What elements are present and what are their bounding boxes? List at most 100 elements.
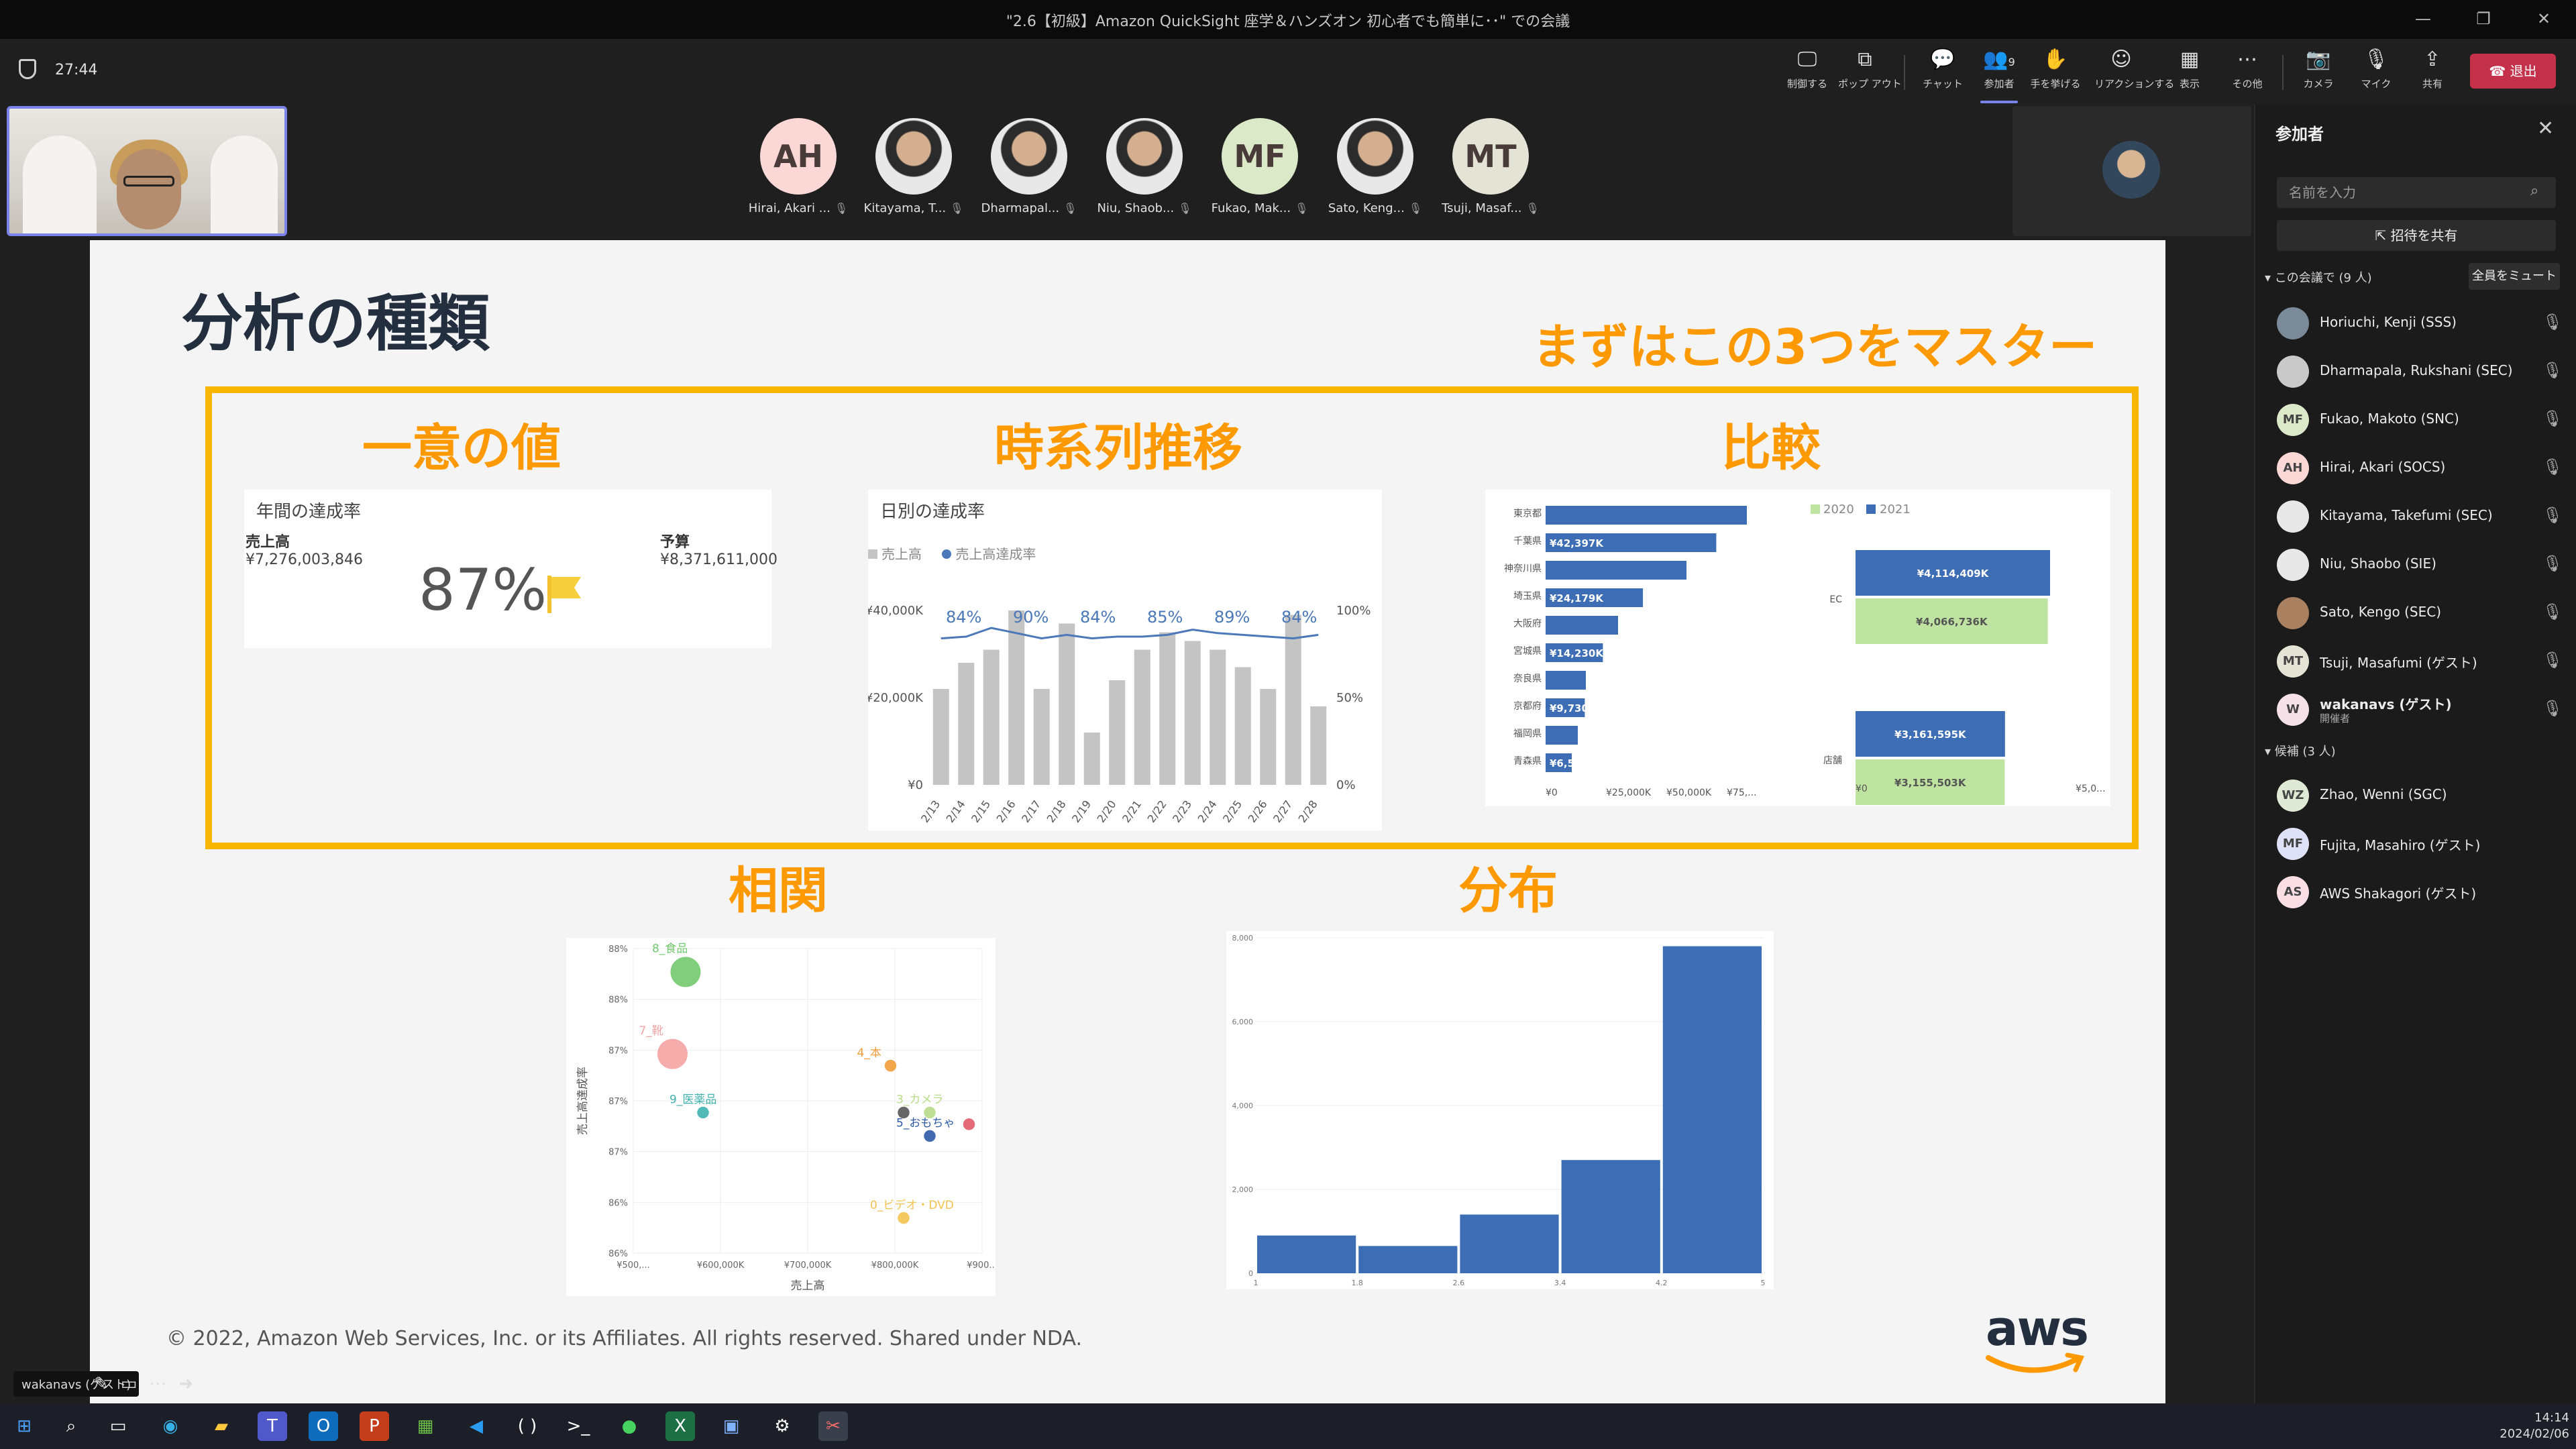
edge-icon[interactable]: ◉ — [156, 1411, 185, 1441]
stage-participant[interactable]: MF Fukao, Mak... 🎙 — [1206, 118, 1313, 215]
y-tick-label: ¥0 — [908, 778, 923, 792]
close-icon[interactable]: ✕ — [2537, 117, 2554, 140]
scatter-point — [898, 1212, 910, 1224]
terminal-icon[interactable]: >_ — [564, 1411, 593, 1441]
stage-participant[interactable]: Dharmapal... 🎙 — [975, 118, 1083, 215]
raise-hand-button[interactable]: ✋ 手を挙げる — [2029, 47, 2082, 98]
category-label: 埼玉県 — [1513, 591, 1542, 602]
participant-row[interactable]: AS AWS Shakagori (ゲスト) — [2277, 872, 2559, 911]
annotation-tools[interactable]: ✎▭⋯➜ — [94, 1374, 205, 1394]
participant-row[interactable]: Sato, Kengo (SEC) 🎙 — [2277, 593, 2563, 632]
restore-button[interactable]: ❐ — [2463, 5, 2504, 32]
control-button[interactable]: 🖵 制御する — [1780, 47, 1834, 98]
meeting-timer: 27:44 — [55, 62, 98, 78]
participant-search-input[interactable] — [2277, 177, 2556, 208]
search-icon: ⌕ — [2530, 182, 2539, 199]
participant-row[interactable]: MF Fujita, Masahiro (ゲスト) — [2277, 824, 2559, 863]
mic-off-icon[interactable]: 🎙 — [2542, 313, 2563, 331]
participant-row[interactable]: WZ Zhao, Wenni (SGC) — [2277, 775, 2559, 814]
participant-row[interactable]: Wwakanavs (ゲスト) 開催者 🎙 — [2277, 690, 2563, 729]
category-label: 大阪府 — [1513, 619, 1542, 629]
search-icon[interactable]: ⌕ — [56, 1411, 86, 1441]
stage-participant[interactable]: Sato, Keng... 🎙 — [1322, 118, 1429, 215]
participants-button[interactable]: 👥9 参加者 — [1972, 47, 2026, 103]
minimize-button[interactable]: — — [2403, 5, 2443, 32]
task-view-icon[interactable]: ▭ — [103, 1411, 133, 1441]
react-button[interactable]: ☺ リアクションする — [2094, 47, 2174, 98]
leave-button[interactable]: ☎ 退出 — [2470, 54, 2556, 89]
mic-off-icon[interactable]: 🎙 — [2542, 602, 2563, 621]
mic-off-icon[interactable]: 🎙 — [2542, 554, 2563, 573]
share-button[interactable]: ⇪ 共有 — [2406, 47, 2459, 98]
participant-name: Kitayama, Takefumi (SEC) — [2320, 507, 2493, 523]
taskbar-clock[interactable]: 14:14 2024/02/06 — [2496, 1410, 2569, 1442]
self-video[interactable] — [7, 106, 287, 236]
point-label: 5_おもちゃ — [896, 1117, 955, 1130]
chat-button[interactable]: 💬 チャット — [1916, 47, 1970, 98]
avatar: MT — [1452, 118, 1529, 195]
more-button[interactable]: ⋯ その他 — [2220, 47, 2274, 98]
close-window-button[interactable]: ✕ — [2524, 5, 2564, 32]
teams-icon[interactable]: T — [258, 1411, 287, 1441]
x-tick-label: 5 — [1761, 1279, 1766, 1287]
stage-participant[interactable]: MT Tsuji, Masaf... 🎙 — [1437, 118, 1544, 215]
popout-button[interactable]: ⧉ ポップ アウト — [1838, 47, 1902, 98]
mic-icon[interactable]: 🎙 — [2542, 699, 2563, 718]
participant-row[interactable]: Horiuchi, Kenji (SSS) 🎙 — [2277, 303, 2563, 342]
app-grid-icon[interactable]: ▦ — [411, 1411, 440, 1441]
share-invite-button[interactable]: ⇱ 招待を共有 — [2277, 220, 2556, 251]
data-label: ¥9,730K — [1550, 702, 1597, 714]
participant-row[interactable]: Dharmapala, Rukshani (SEC) 🎙 — [2277, 352, 2563, 390]
chart-daily-achievement: 日別の達成率 売上高 売上高達成率 ¥0 ¥20,000K ¥40,000K 0% 50… — [868, 490, 1382, 830]
participant-row[interactable]: MF Fukao, Makoto (SNC) 🎙 — [2277, 400, 2563, 439]
mic-off-icon[interactable]: 🎙 — [2542, 361, 2563, 380]
bar — [1109, 680, 1126, 785]
participant-name: Zhao, Wenni (SGC) — [2320, 786, 2447, 802]
mic-button[interactable]: 🎙 マイク — [2349, 47, 2403, 98]
scatter-point — [884, 1059, 897, 1072]
y-tick-label: 0 — [1248, 1269, 1253, 1278]
mute-all-button[interactable]: 全員をミュート — [2469, 263, 2560, 290]
mic-off-icon[interactable]: 🎙 — [2542, 458, 2563, 476]
chat-app-icon[interactable]: ● — [614, 1411, 644, 1441]
y-tick-label: ¥20,000K — [868, 691, 924, 705]
participant-name: AWS Shakagori (ゲスト) — [2320, 885, 2477, 902]
mic-off-icon[interactable]: 🎙 — [2542, 506, 2563, 525]
powerpoint-icon[interactable]: P — [360, 1411, 389, 1441]
camera-button[interactable]: 📷 カメラ — [2292, 47, 2345, 98]
pen-icon: ✎ — [94, 1374, 121, 1394]
vscode-icon[interactable]: ◀ — [462, 1411, 491, 1441]
snipping-tool-icon[interactable]: ✂ — [818, 1411, 848, 1441]
excel-icon[interactable]: X — [665, 1411, 695, 1441]
flag-icon — [547, 576, 581, 613]
x-tick-label: 4.2 — [1656, 1279, 1668, 1287]
avatar: MF — [2277, 404, 2309, 436]
chevron-down-icon: ▾ — [2265, 271, 2275, 285]
captions-icon: ▭ — [120, 1374, 150, 1394]
y-tick-label: 6,000 — [1232, 1018, 1254, 1026]
in-meeting-group-header[interactable]: ▾ この会議で (9 人) — [2265, 268, 2372, 286]
participant-row[interactable]: MT Tsuji, Masafumi (ゲスト) 🎙 — [2277, 641, 2563, 680]
app-icon[interactable]: ( ) — [513, 1411, 542, 1441]
suggested-group-header[interactable]: ▾ 候補 (3 人) — [2265, 742, 2336, 759]
stage-participant[interactable]: AH Hirai, Akari ... 🎙 — [745, 118, 852, 215]
view-button[interactable]: ▦ 表示 — [2163, 47, 2216, 98]
y-tick-label: 86% — [608, 1198, 628, 1208]
chat-icon: 💬 — [1930, 48, 1955, 71]
data-label: ¥42,397K — [1550, 537, 1604, 549]
outlook-icon[interactable]: O — [309, 1411, 338, 1441]
participant-row[interactable]: Niu, Shaobo (SIE) 🎙 — [2277, 545, 2563, 584]
legend-swatch — [1866, 504, 1876, 514]
mic-off-icon[interactable]: 🎙 — [2542, 409, 2563, 428]
participant-row[interactable]: Kitayama, Takefumi (SEC) 🎙 — [2277, 496, 2563, 535]
avatar — [875, 118, 952, 195]
remote-desktop-icon[interactable]: ▣ — [716, 1411, 746, 1441]
stage-participant[interactable]: Niu, Shaob... 🎙 — [1091, 118, 1198, 215]
file-explorer-icon[interactable]: ▰ — [207, 1411, 236, 1441]
windows-start-icon[interactable]: ⊞ — [9, 1411, 39, 1441]
mic-off-icon[interactable]: 🎙 — [2542, 651, 2563, 669]
stage-participant[interactable]: Kitayama, T... 🎙 — [860, 118, 967, 215]
participant-video-tile[interactable] — [2012, 106, 2251, 236]
settings-icon[interactable]: ⚙ — [767, 1411, 797, 1441]
participant-row[interactable]: AH Hirai, Akari (SOCS) 🎙 — [2277, 448, 2563, 487]
